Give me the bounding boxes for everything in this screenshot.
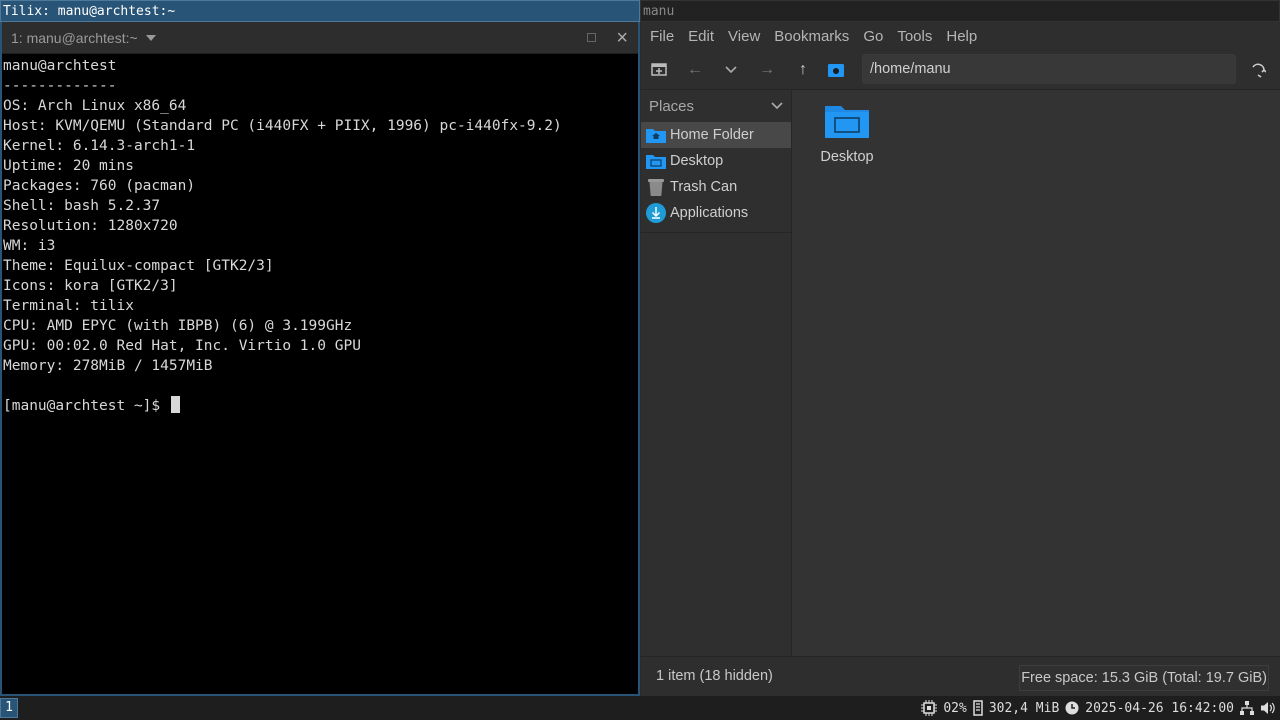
terminal-line: ------------- <box>3 78 117 94</box>
clock-icon <box>1065 701 1079 715</box>
home-folder-icon <box>645 124 667 146</box>
memory-usage: 302,4 MiB <box>988 700 1060 716</box>
menu-edit[interactable]: Edit <box>681 28 721 45</box>
terminal-line: Resolution: 1280x720 <box>3 218 178 234</box>
volume-icon[interactable] <box>1260 701 1276 715</box>
menu-view[interactable]: View <box>721 28 767 45</box>
home-location-icon[interactable] <box>823 57 849 83</box>
terminal-line: manu@archtest <box>3 58 117 74</box>
menu-go[interactable]: Go <box>856 28 890 45</box>
menu-help[interactable]: Help <box>939 28 984 45</box>
terminal-output[interactable]: manu@archtest ------------- OS: Arch Linux… <box>2 54 638 418</box>
tilix-session-title: 1: manu@archtest:~ <box>11 29 138 46</box>
file-view[interactable]: Desktop <box>793 90 1280 656</box>
menu-tools[interactable]: Tools <box>890 28 939 45</box>
filemanager-window-title[interactable]: manu <box>640 0 1280 22</box>
path-input[interactable] <box>862 54 1236 84</box>
chevron-down-icon[interactable] <box>145 34 156 41</box>
up-button[interactable]: ↑ <box>785 52 821 88</box>
sidebar-item-applications[interactable]: Applications <box>641 200 791 226</box>
status-free-space: Free space: 15.3 GiB (Total: 19.7 GiB) <box>1019 665 1269 691</box>
trash-icon <box>645 176 667 198</box>
menu-file[interactable]: File <box>643 28 681 45</box>
sidebar-item-label: Desktop <box>670 153 724 169</box>
terminal-line: GPU: 00:02.0 Red Hat, Inc. Virtio 1.0 GP… <box>3 338 361 354</box>
file-item-label: Desktop <box>820 149 874 165</box>
sidebar-item-label: Home Folder <box>670 127 754 143</box>
places-header[interactable]: Places <box>641 90 791 122</box>
sidebar-item-trash[interactable]: Trash Can <box>641 174 791 200</box>
history-dropdown-button[interactable] <box>713 52 749 88</box>
workspace-button-1[interactable]: 1 <box>0 698 18 718</box>
tilix-window[interactable]: 1: manu@archtest:~ × manu@archtest ------… <box>0 22 640 696</box>
terminal-window-title[interactable]: Tilix: manu@archtest:~ <box>0 0 640 22</box>
back-button[interactable]: ← <box>677 52 713 88</box>
arrow-right-icon: → <box>759 60 775 78</box>
folder-icon <box>825 106 869 138</box>
cpu-usage: 02% <box>943 700 967 716</box>
arrow-up-icon: ↑ <box>799 60 807 78</box>
thunar-window[interactable]: File Edit View Bookmarks Go Tools Help ←… <box>641 22 1280 696</box>
places-label: Places <box>649 97 695 115</box>
sidebar-item-home-folder[interactable]: Home Folder <box>641 122 791 148</box>
sidebar-item-label: Trash Can <box>670 179 738 195</box>
side-pane: Places Home Folder Desktop Trash Can App… <box>641 90 792 656</box>
status-tray: 02% 302,4 MiB 2025-04-26 16:42:00 <box>921 696 1276 720</box>
reload-button[interactable] <box>1240 52 1276 88</box>
new-window-button[interactable] <box>641 52 677 88</box>
toolbar: ← → ↑ <box>641 50 1280 90</box>
terminal-line: Uptime: 20 mins <box>3 158 134 174</box>
places-separator <box>641 232 791 233</box>
chevron-down-icon <box>771 102 783 110</box>
close-icon[interactable]: × <box>616 26 628 50</box>
maximize-icon[interactable] <box>587 33 596 42</box>
terminal-line: OS: Arch Linux x86_64 <box>3 98 187 114</box>
desktop-folder-icon <box>645 150 667 172</box>
terminal-line: Memory: 278MiB / 1457MiB <box>3 358 213 374</box>
terminal-line: Icons: kora [GTK2/3] <box>3 278 178 294</box>
tilix-session-header: 1: manu@archtest:~ × <box>2 22 638 54</box>
terminal-line: Host: KVM/QEMU (Standard PC (i440FX + PI… <box>3 118 562 134</box>
terminal-line: Terminal: tilix <box>3 298 134 314</box>
memory-icon <box>973 700 983 716</box>
chevron-down-icon <box>725 65 737 73</box>
cpu-icon <box>921 700 938 716</box>
terminal-line: Kernel: 6.14.3-arch1-1 <box>3 138 196 154</box>
sidebar-item-desktop[interactable]: Desktop <box>641 148 791 174</box>
text-cursor <box>170 396 180 413</box>
datetime: 2025-04-26 16:42:00 <box>1085 700 1234 716</box>
file-item-desktop[interactable]: Desktop <box>817 102 877 165</box>
reload-icon <box>1252 63 1266 78</box>
new-window-icon <box>651 62 667 76</box>
status-item-count: 1 item (18 hidden) <box>656 668 773 684</box>
terminal-line: WM: i3 <box>3 238 56 254</box>
menubar: File Edit View Bookmarks Go Tools Help <box>641 22 1280 50</box>
shell-prompt: [manu@archtest ~]$ <box>3 398 169 414</box>
network-icon[interactable] <box>1240 701 1254 715</box>
sidebar-item-label: Applications <box>670 205 749 221</box>
terminal-line: CPU: AMD EPYC (with IBPB) (6) @ 3.199GHz <box>3 318 353 334</box>
applications-icon <box>645 202 667 224</box>
terminal-line: Packages: 760 (pacman) <box>3 178 196 194</box>
statusbar: 1 item (18 hidden) Free space: 15.3 GiB … <box>641 656 1280 696</box>
terminal-line: Theme: Equilux-compact [GTK2/3] <box>3 258 274 274</box>
forward-button[interactable]: → <box>749 52 785 88</box>
arrow-left-icon: ← <box>687 60 703 78</box>
terminal-lines: manu@archtest ------------- OS: Arch Linux… <box>3 56 637 396</box>
terminal-line: Shell: bash 5.2.37 <box>3 198 161 214</box>
i3bar: 1 02% 302,4 MiB 2025-04-26 16:42:00 <box>0 696 1280 720</box>
menu-bookmarks[interactable]: Bookmarks <box>767 28 856 45</box>
